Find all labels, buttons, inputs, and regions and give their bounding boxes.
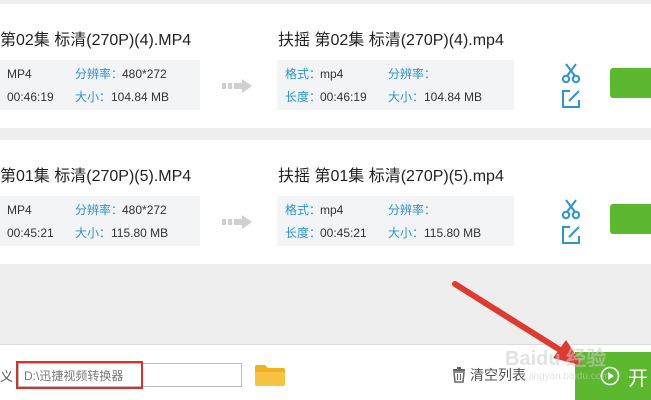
output-dir-label: 义 <box>0 369 14 384</box>
output-duration: 00:45:21 <box>320 226 367 240</box>
trash-icon <box>453 367 465 383</box>
source-size-label: 大小： <box>75 90 112 104</box>
output-format-label: 格式： <box>285 203 322 217</box>
source-size: 115.80 MB <box>111 226 169 240</box>
source-duration: 00:46:19 <box>7 90 54 104</box>
source-size: 104.84 MB <box>111 90 170 104</box>
source-info-panel: MP4 分辨率： 480*272 00:46:19 大小： 104.84 MB <box>0 60 200 110</box>
output-length-label: 长度： <box>285 90 322 104</box>
start-convert-label: 开 <box>628 367 648 390</box>
source-resolution-label: 分辨率： <box>75 203 124 217</box>
scissors-icon[interactable] <box>560 198 582 220</box>
source-format: MP4 <box>7 203 32 217</box>
output-size-label: 大小： <box>388 90 425 104</box>
arrow-right-icon <box>222 79 252 93</box>
edit-icon[interactable] <box>560 88 582 110</box>
folder-icon[interactable] <box>254 363 286 387</box>
output-length-label: 长度： <box>285 226 322 240</box>
source-file-name: 第01集 标清(270P)(5).MP4 <box>0 168 192 185</box>
output-resolution-label: 分辨率： <box>388 67 437 81</box>
output-info-panel: 格式： mp4 分辨率： 长度： 00:45:21 大小： 115.80 MB <box>277 196 514 246</box>
convert-single-button[interactable] <box>610 204 651 234</box>
output-file-name: 扶摇 第01集 标清(270P)(5).mp4 <box>278 168 504 185</box>
convert-single-button[interactable] <box>610 68 651 98</box>
output-format: mp4 <box>320 67 344 81</box>
output-path-input[interactable] <box>18 363 242 387</box>
output-file-name: 扶摇 第02集 标清(270P)(4).mp4 <box>278 32 504 49</box>
output-size: 115.80 MB <box>424 226 482 240</box>
source-resolution: 480*272 <box>122 67 167 81</box>
source-resolution: 480*272 <box>122 203 167 217</box>
output-size-label: 大小： <box>388 226 425 240</box>
output-format-label: 格式： <box>285 67 322 81</box>
source-size-label: 大小： <box>75 226 112 240</box>
source-duration: 00:45:21 <box>7 226 54 240</box>
source-file-name: 第02集 标清(270P)(4).MP4 <box>0 32 192 49</box>
file-card: 第02集 标清(270P)(4).MP4 扶摇 第02集 标清(270P)(4)… <box>0 4 651 128</box>
source-format: MP4 <box>7 67 32 81</box>
arrow-right-icon <box>222 215 252 229</box>
scissors-icon[interactable] <box>560 62 582 84</box>
start-convert-button[interactable]: 开 <box>575 352 651 400</box>
source-resolution-label: 分辨率： <box>75 67 124 81</box>
output-resolution-label: 分辨率： <box>388 203 437 217</box>
output-format: mp4 <box>320 203 344 217</box>
edit-icon[interactable] <box>560 224 582 246</box>
output-duration: 00:46:19 <box>320 90 367 104</box>
output-info-panel: 格式： mp4 分辨率： 长度： 00:46:19 大小： 104.84 MB <box>277 60 514 110</box>
clear-list-button[interactable]: 清空列表 <box>452 365 526 385</box>
source-info-panel: MP4 分辨率： 480*272 00:45:21 大小： 115.80 MB <box>0 196 200 246</box>
clear-list-label: 清空列表 <box>470 367 526 383</box>
output-size: 104.84 MB <box>424 90 483 104</box>
video-converter-window: 第02集 标清(270P)(4).MP4 扶摇 第02集 标清(270P)(4)… <box>0 0 651 400</box>
file-card: 第01集 标清(270P)(5).MP4 扶摇 第01集 标清(270P)(5)… <box>0 140 651 264</box>
play-circle-icon <box>600 366 620 386</box>
